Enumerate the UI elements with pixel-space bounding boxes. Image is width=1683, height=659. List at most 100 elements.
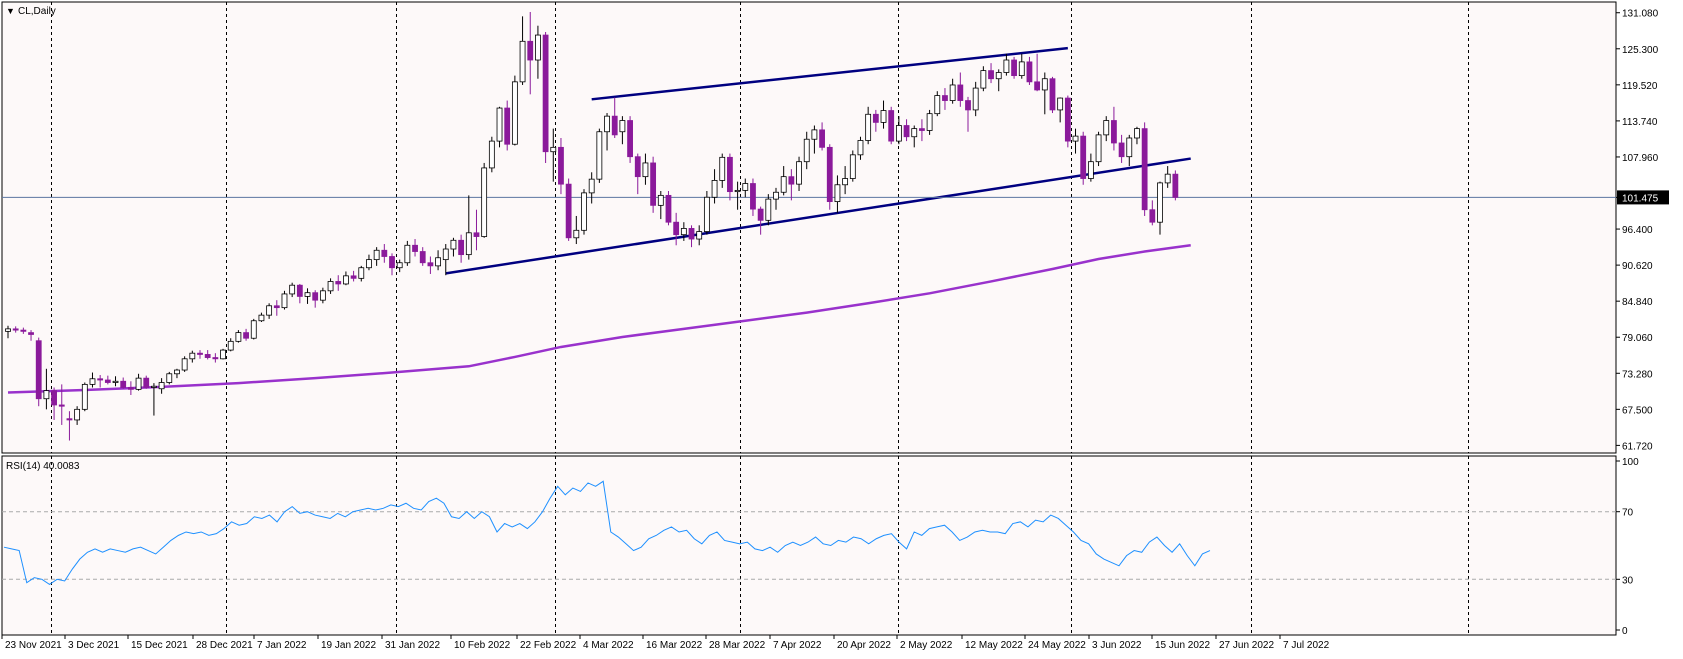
candle[interactable] [542,31,549,163]
candle-body [780,176,787,193]
price-label: 96.400 [1622,225,1653,236]
candle-body [220,349,226,360]
candle-body [650,162,657,206]
time-axis[interactable]: 23 Nov 2021 3 Dec 2021 15 Dec 2021 28 Dec 2… [1,635,1330,651]
candle-body [895,125,902,142]
rsi-axis[interactable]: 100 70 30 0 [1616,457,1639,637]
candle[interactable] [488,136,495,173]
candle[interactable] [181,356,188,372]
candle-body [1041,78,1048,91]
candle-body [450,239,457,250]
candle-body [327,281,334,292]
date-label: 28 Dec 2021 [196,640,253,651]
candle-body [1149,209,1156,223]
candle[interactable] [1064,95,1071,148]
candle-body [634,156,641,178]
candle-body [949,84,956,101]
candle[interactable] [166,371,173,385]
candle[interactable] [1011,56,1017,79]
date-label: 7 Apr 2022 [773,640,822,651]
rsi-axis-label: 100 [1622,457,1639,468]
candle-body [888,110,895,142]
date-label: 28 Mar 2022 [709,640,766,651]
candle-body [734,189,741,193]
candle-body [20,329,27,332]
candle-body [296,284,303,297]
candle-body [1011,59,1017,77]
rsi-label: RSI(14) 40.0083 [6,461,80,472]
candle-body [35,340,42,400]
candle[interactable] [1080,131,1087,185]
candle[interactable] [665,191,672,226]
candle-body [1049,78,1056,111]
candle[interactable] [888,106,895,145]
candle-body [703,196,710,232]
date-label: 20 Apr 2022 [837,640,891,651]
candle-body [258,314,265,322]
candle-body [527,40,534,61]
candle[interactable] [496,106,503,148]
candle[interactable] [627,116,633,163]
candle-body [66,418,73,421]
candle-body [381,249,388,257]
price-label: 79.060 [1622,333,1653,344]
candle-body [788,176,795,185]
candle[interactable] [565,178,572,241]
date-label: 2 May 2022 [900,640,953,651]
triangle-down-icon[interactable]: ▼ [6,6,15,16]
candle[interactable] [849,150,856,182]
candle-body [97,378,104,381]
candle-body [312,292,319,301]
candle[interactable] [596,128,603,183]
candle[interactable] [35,337,42,407]
candle-body [120,380,127,388]
date-label: 31 Jan 2022 [385,640,440,651]
candle[interactable] [703,191,710,235]
candle[interactable] [826,144,833,210]
candle-body [565,183,572,239]
candle[interactable] [650,156,657,213]
candle-body [143,377,150,388]
candle-body [673,221,680,236]
price-axis[interactable]: 131.080 125.300 119.520 113.740 107.960 101.4… [1616,9,1669,453]
candle[interactable] [1141,122,1148,216]
candle-body [1026,61,1033,83]
candle-body [235,332,242,342]
price-label: 67.500 [1622,405,1653,416]
candle[interactable] [481,162,488,238]
candle[interactable] [220,348,226,360]
candle-body [519,40,526,83]
candle[interactable] [1095,131,1102,167]
candle[interactable] [1172,170,1179,201]
candle-body [926,113,933,131]
candle-body [680,228,687,236]
candle-body [1057,97,1064,111]
candle-body [158,382,165,390]
candle-body [750,183,756,210]
candle[interactable] [765,194,772,226]
candle-body [1134,128,1140,139]
candle-body [604,115,610,133]
candle[interactable] [581,189,587,235]
price-label: 61.720 [1622,441,1653,452]
candle[interactable] [281,290,288,310]
candle-body [12,328,19,331]
candle-body [581,192,587,231]
date-label: 16 Mar 2022 [646,640,703,651]
candle-body [174,369,180,375]
candle-body [642,162,649,178]
candle-body [51,390,57,406]
candle-body [619,120,626,133]
candle-body [1157,182,1163,223]
candle[interactable] [1049,76,1056,114]
candle[interactable] [81,382,88,412]
candle[interactable] [511,75,518,146]
candle-body [212,357,219,360]
candle-body [742,183,749,191]
candle-body [319,290,326,301]
candle-body [419,251,426,264]
candle-body [204,354,211,358]
candle[interactable] [504,100,511,151]
candle-body [696,231,703,240]
candle[interactable] [250,318,257,340]
